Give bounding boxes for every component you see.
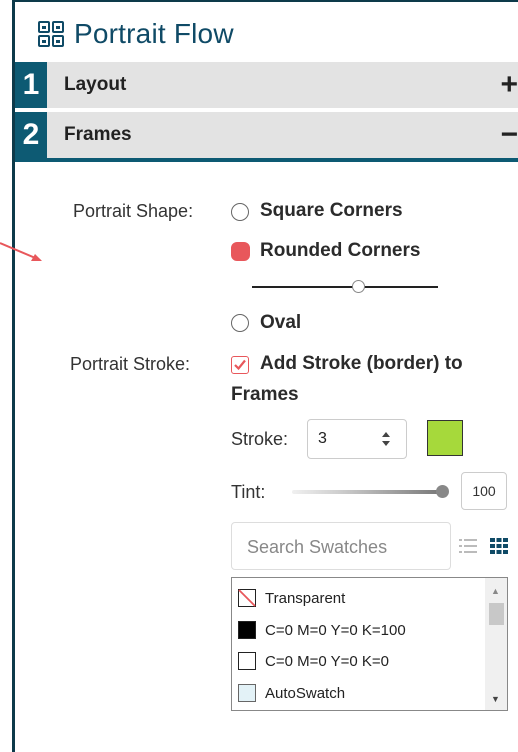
search-swatches-input[interactable]: Search Swatches xyxy=(231,522,451,570)
grid-view-icon[interactable] xyxy=(490,538,508,554)
square-corners-radio[interactable] xyxy=(231,203,249,221)
rounded-corners-radio[interactable] xyxy=(231,242,250,261)
corner-radius-knob[interactable] xyxy=(351,280,365,293)
tint-slider-knob[interactable] xyxy=(436,485,449,498)
corner-radius-track[interactable] xyxy=(252,286,438,288)
add-stroke-checkbox[interactable] xyxy=(231,356,249,374)
swatch-list-scrollbar[interactable]: ▲ ▼ xyxy=(485,578,507,710)
add-stroke-label-continued[interactable]: Frames xyxy=(231,384,299,406)
list-view-icon[interactable] xyxy=(459,538,477,554)
checkmark-icon xyxy=(234,359,246,371)
swatch-name: C=0 M=0 Y=0 K=0 xyxy=(265,652,389,670)
swatch-chip xyxy=(238,652,256,670)
section-number: 2 xyxy=(15,112,47,158)
panel-top-border xyxy=(12,0,518,2)
swatch-list[interactable]: Transparent C=0 M=0 Y=0 K=100 C=0 M=0 Y=… xyxy=(231,577,508,711)
swatch-item-black[interactable]: C=0 M=0 Y=0 K=100 xyxy=(238,619,406,641)
swatch-item-transparent[interactable]: Transparent xyxy=(238,587,345,609)
tint-slider-track[interactable] xyxy=(292,490,442,494)
add-stroke-label[interactable]: Add Stroke (border) to xyxy=(260,353,463,375)
section-label: Frames xyxy=(64,124,132,145)
stroke-color-swatch[interactable] xyxy=(427,420,463,456)
search-swatches-placeholder: Search Swatches xyxy=(247,537,388,557)
scroll-up-icon[interactable]: ▲ xyxy=(491,586,500,596)
stroke-field-label: Stroke: xyxy=(231,429,289,449)
swatch-item-white[interactable]: C=0 M=0 Y=0 K=0 xyxy=(238,650,389,672)
section-frames-header[interactable]: 2 Frames − xyxy=(15,112,518,158)
tint-value-field[interactable]: 100 xyxy=(461,472,507,510)
collapse-icon[interactable]: − xyxy=(500,112,518,158)
portrait-grid-icon xyxy=(38,21,64,47)
oval-label[interactable]: Oval xyxy=(260,312,301,334)
scrollbar-thumb[interactable] xyxy=(489,603,504,625)
scroll-down-icon[interactable]: ▼ xyxy=(491,694,500,704)
section-number: 1 xyxy=(15,62,47,108)
section-divider xyxy=(15,158,518,162)
panel-title: Portrait Flow xyxy=(38,14,234,54)
tint-label: Tint: xyxy=(231,482,266,502)
swatch-name: AutoSwatch xyxy=(265,684,346,702)
portrait-stroke-label: Portrait Stroke: xyxy=(70,354,191,374)
app-title: Portrait Flow xyxy=(74,18,234,49)
stroke-stepper[interactable]: 3 xyxy=(307,419,407,459)
square-corners-label[interactable]: Square Corners xyxy=(260,200,403,222)
rounded-corners-label[interactable]: Rounded Corners xyxy=(260,240,420,262)
portrait-shape-label: Portrait Shape: xyxy=(73,201,194,221)
swatch-item-autoswatch[interactable]: AutoSwatch xyxy=(238,682,345,704)
swatch-name: C=0 M=0 Y=0 K=100 xyxy=(265,621,406,639)
annotation-arrow-icon xyxy=(0,242,42,261)
transparent-swatch-icon xyxy=(238,589,256,607)
swatch-name: Transparent xyxy=(265,589,346,607)
stepper-arrows-icon[interactable] xyxy=(380,429,392,449)
stroke-value[interactable]: 3 xyxy=(318,430,327,448)
oval-radio[interactable] xyxy=(231,314,249,332)
swatch-chip xyxy=(238,621,256,639)
section-label: Layout xyxy=(64,74,127,95)
expand-icon[interactable]: + xyxy=(500,62,518,108)
section-layout-header[interactable]: 1 Layout + xyxy=(15,62,518,108)
swatch-chip xyxy=(238,684,256,702)
